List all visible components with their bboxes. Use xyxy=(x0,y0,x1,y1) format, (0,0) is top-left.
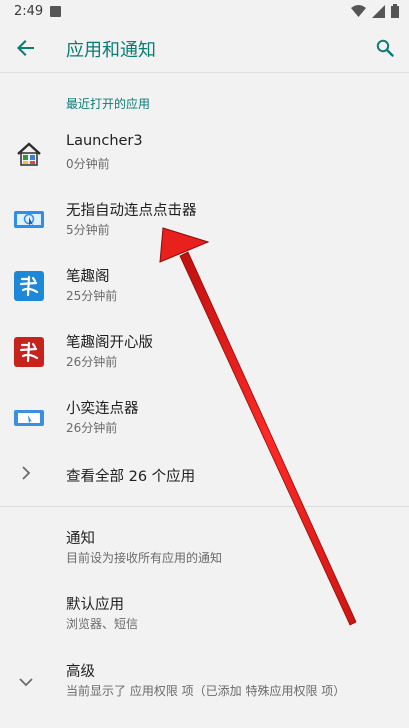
see-all-label: 查看全部 26 个应用 xyxy=(66,469,196,485)
app-last-used: 26分钟前 xyxy=(66,421,118,435)
section-divider xyxy=(0,506,409,507)
recent-app-item[interactable]: 笔趣阁开心版 26分钟前 xyxy=(0,320,409,386)
system-icons xyxy=(351,4,399,18)
option-title: 高级 xyxy=(66,664,95,680)
recent-apps-header: 最近打开的应用 xyxy=(66,97,151,111)
chevron-right-icon xyxy=(22,466,31,480)
app-last-used: 25分钟前 xyxy=(66,289,118,303)
chevron-down-icon xyxy=(19,678,33,687)
recent-app-item[interactable]: 无指自动连点点击器 5分钟前 xyxy=(0,188,409,254)
status-time: 2:49 xyxy=(14,4,44,19)
status-bar: 2:49 xyxy=(0,0,409,24)
advanced-option[interactable]: 高级 当前显示了 应用权限 项（已添加 特殊应用权限 项） xyxy=(0,650,409,714)
option-title: 通知 xyxy=(66,531,95,547)
search-button[interactable] xyxy=(371,34,399,62)
app-last-used: 26分钟前 xyxy=(66,355,118,369)
auto-clicker-icon xyxy=(14,205,44,235)
arrow-back-icon xyxy=(17,40,34,56)
biquge-happy-icon xyxy=(14,337,44,367)
see-all-apps-button[interactable]: 查看全部 26 个应用 xyxy=(0,443,409,505)
battery-icon xyxy=(391,4,399,18)
app-name: Launcher3 xyxy=(66,133,143,149)
app-last-used: 0分钟前 xyxy=(66,157,110,171)
app-bar: 应用和通知 xyxy=(0,24,409,73)
app-name: 笔趣阁开心版 xyxy=(66,335,153,351)
app-name: 无指自动连点点击器 xyxy=(66,203,197,219)
search-icon xyxy=(376,39,394,57)
biquge-icon xyxy=(14,271,44,301)
wifi-icon xyxy=(351,4,366,17)
option-summary: 浏览器、短信 xyxy=(66,617,139,631)
signal-icon xyxy=(372,4,385,18)
xiaoyi-clicker-icon xyxy=(14,403,44,433)
option-summary: 目前设为接收所有应用的通知 xyxy=(66,551,223,565)
app-last-used: 5分钟前 xyxy=(66,223,110,237)
back-button[interactable] xyxy=(12,34,40,62)
app-name: 笔趣阁 xyxy=(66,269,110,285)
default-apps-option[interactable]: 默认应用 浏览器、短信 xyxy=(0,583,409,647)
recent-app-item[interactable]: 笔趣阁 25分钟前 xyxy=(0,254,409,320)
recent-app-item[interactable]: Launcher3 0分钟前 xyxy=(0,122,409,188)
option-summary: 当前显示了 应用权限 项（已添加 特殊应用权限 项） xyxy=(66,684,346,698)
notifications-option[interactable]: 通知 目前设为接收所有应用的通知 xyxy=(0,517,409,581)
launcher-house-icon xyxy=(14,139,44,169)
notification-icon xyxy=(50,6,61,17)
page-title: 应用和通知 xyxy=(66,40,156,61)
app-name: 小奕连点器 xyxy=(66,401,139,417)
option-title: 默认应用 xyxy=(66,597,124,613)
